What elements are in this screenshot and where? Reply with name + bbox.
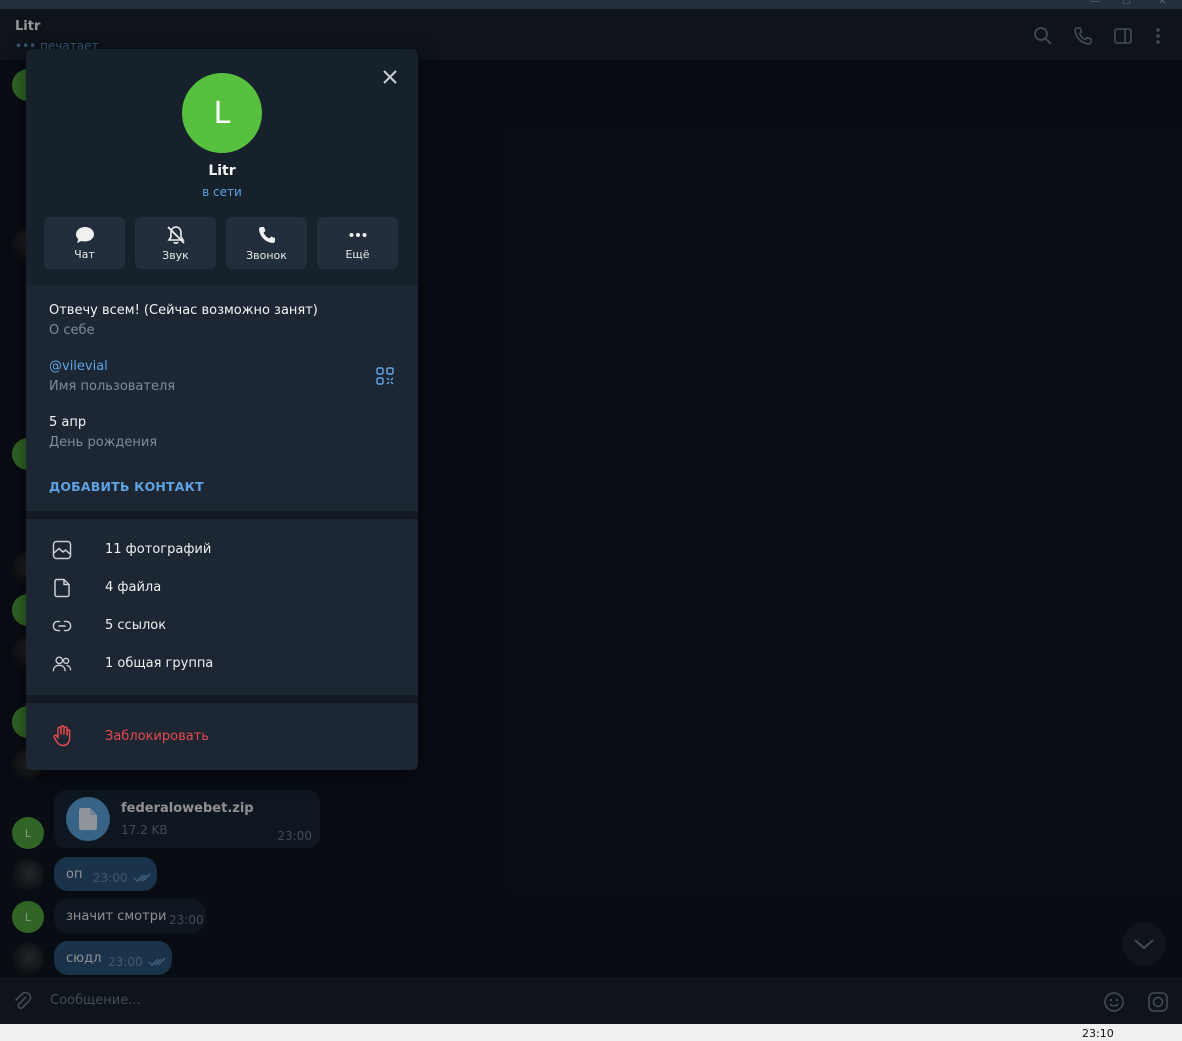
mute-button[interactable]: Звук [135,217,216,269]
bio-text: Отвечу всем! (Сейчас возможно занят) [49,303,318,318]
block-user-button[interactable]: Заблокировать [26,703,418,770]
minimize-icon[interactable]: — [1090,0,1100,7]
username-row[interactable]: @vilevial Имя пользователя [49,359,175,394]
bio-row[interactable]: Отвечу всем! (Сейчас возможно занят) О с… [49,303,318,338]
taskbar-clock: 23:10 [1082,1027,1114,1040]
window-title-bar: — ☐ ✕ [0,0,1182,9]
profile-name: Litr [208,163,236,179]
media-row-groups[interactable]: 1 общая группа [26,645,418,683]
shared-media-section: 11 фотографий 4 файла 5 ссылок 1 общая г… [26,519,418,695]
profile-info-section: Отвечу всем! (Сейчас возможно занят) О с… [26,285,418,511]
photo-icon [52,540,72,560]
more-button[interactable]: Ещё [317,217,398,269]
birthday-value: 5 апр [49,415,87,430]
call-button[interactable]: Звонок [226,217,307,269]
qr-code-icon[interactable] [376,367,394,385]
bell-off-icon [166,225,185,244]
section-divider [26,695,418,703]
profile-actions: Чат Звук Звонок Ещё [44,217,398,269]
media-row-files[interactable]: 4 файла [26,569,418,607]
close-window-icon[interactable]: ✕ [1158,0,1166,7]
media-row-photos[interactable]: 11 фотографий [26,531,418,569]
maximize-icon[interactable]: ☐ [1122,0,1131,7]
close-icon[interactable] [379,66,401,88]
os-taskbar: 23:10 [0,1024,1182,1041]
add-contact-button[interactable]: ДОБАВИТЬ КОНТАКТ [49,479,204,494]
file-icon [54,578,70,598]
link-icon [52,620,72,632]
profile-modal: L Litr в сети Чат Звук Звонок Ещё Отвечу… [26,49,418,770]
chat-icon [75,226,94,243]
birthday-label: День рождения [49,435,158,450]
media-row-links[interactable]: 5 ссылок [26,607,418,645]
username-label: Имя пользователя [49,379,176,394]
more-icon [349,232,366,237]
group-icon [52,656,72,672]
bio-label: О себе [49,323,95,338]
hand-stop-icon [53,725,71,747]
chat-button[interactable]: Чат [44,217,125,269]
username-link[interactable]: @vilevial [49,359,175,374]
profile-status: в сети [202,185,242,199]
birthday-row[interactable]: 5 апр День рождения [49,415,157,450]
section-divider [26,511,418,519]
phone-icon [258,226,275,243]
block-label: Заблокировать [105,729,209,744]
profile-avatar[interactable]: L [182,73,262,153]
